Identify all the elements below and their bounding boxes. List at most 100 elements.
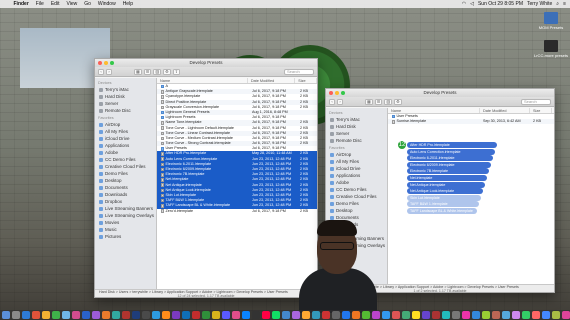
column-date[interactable]: Date Modified xyxy=(248,78,296,83)
file-row[interactable]: Zero'd.lrtemplate Jul 6, 2017, 9:18 PM 2 K… xyxy=(157,209,317,214)
back-button[interactable]: ‹ xyxy=(98,68,104,75)
dock-app-icon[interactable] xyxy=(392,311,400,319)
back-button[interactable]: ‹ xyxy=(329,98,335,105)
sidebar-item[interactable]: Dropbox xyxy=(95,198,156,205)
sidebar-item[interactable]: Live Streaming Overlays xyxy=(95,212,156,219)
dock-app-icon[interactable] xyxy=(372,311,380,319)
view-list-button[interactable]: ☰ xyxy=(374,98,383,105)
view-list-button[interactable]: ☰ xyxy=(143,68,152,75)
menu-view[interactable]: View xyxy=(63,1,81,7)
desktop-icon-mom-presets[interactable]: MOM Presets xyxy=(534,12,568,30)
column-size[interactable]: Size xyxy=(530,108,552,113)
dock-app-icon[interactable] xyxy=(532,311,540,319)
sidebar-item[interactable]: iCloud Drive xyxy=(95,135,156,142)
desktop-icon-lrcc-presets[interactable]: LrCC-more presets xyxy=(534,40,568,58)
sidebar-item[interactable]: Live Streaming Banners xyxy=(95,205,156,212)
dock-app-icon[interactable] xyxy=(322,311,330,319)
dock-app-icon[interactable] xyxy=(282,311,290,319)
dock-app-icon[interactable] xyxy=(112,311,120,319)
sidebar-item[interactable]: Demo Files xyxy=(326,200,387,207)
sidebar-item[interactable]: AirDrop xyxy=(95,121,156,128)
dock-app-icon[interactable] xyxy=(412,311,420,319)
wifi-icon[interactable]: ◠ xyxy=(462,1,466,7)
sidebar-item[interactable]: Creative Cloud Files xyxy=(95,163,156,170)
menu-app-finder[interactable]: Finder xyxy=(10,1,32,7)
dock-app-icon[interactable] xyxy=(2,311,10,319)
notification-center-icon[interactable]: ≡ xyxy=(563,1,566,7)
dock-app-icon[interactable] xyxy=(32,311,40,319)
dock-app-icon[interactable] xyxy=(242,311,250,319)
dock-app-icon[interactable] xyxy=(162,311,170,319)
dock-app-icon[interactable] xyxy=(382,311,390,319)
sidebar-item[interactable]: Demo Files xyxy=(95,170,156,177)
title-bar[interactable]: Develop Presets xyxy=(95,59,317,67)
view-icons-button[interactable]: ▦ xyxy=(134,68,142,75)
sidebar-item[interactable]: Server xyxy=(95,100,156,107)
title-bar[interactable]: Develop Presets xyxy=(326,89,554,97)
zoom-button[interactable] xyxy=(110,61,114,65)
sidebar-item[interactable]: Documents xyxy=(95,184,156,191)
view-columns-button[interactable]: ▥ xyxy=(153,68,162,75)
column-date[interactable]: Date Modified xyxy=(480,108,530,113)
forward-button[interactable]: › xyxy=(337,98,343,105)
menu-clock[interactable]: Sun Oct 29 8:05 PM xyxy=(478,1,523,7)
dock-app-icon[interactable] xyxy=(502,311,510,319)
dock-app-icon[interactable] xyxy=(332,311,340,319)
dock-app-icon[interactable] xyxy=(82,311,90,319)
view-columns-button[interactable]: ▥ xyxy=(384,98,393,105)
sidebar-item[interactable]: Hard Disk xyxy=(326,123,387,130)
dock-app-icon[interactable] xyxy=(92,311,100,319)
sidebar-item[interactable]: Adobe xyxy=(95,149,156,156)
action-button[interactable]: ⚙ xyxy=(394,98,402,105)
sidebar-item[interactable]: Applications xyxy=(95,142,156,149)
dock-app-icon[interactable] xyxy=(492,311,500,319)
dock-app-icon[interactable] xyxy=(512,311,520,319)
dock-app-icon[interactable] xyxy=(542,311,550,319)
minimize-button[interactable] xyxy=(335,91,339,95)
sidebar-item[interactable]: All My Files xyxy=(95,128,156,135)
dock-app-icon[interactable] xyxy=(72,311,80,319)
dock-app-icon[interactable] xyxy=(272,311,280,319)
sidebar-item[interactable]: Terry's iMac xyxy=(326,116,387,123)
dock-app-icon[interactable] xyxy=(42,311,50,319)
sidebar-item[interactable]: Downloads xyxy=(95,191,156,198)
dock-app-icon[interactable] xyxy=(342,311,350,319)
dock-app-icon[interactable] xyxy=(132,311,140,319)
menu-file[interactable]: File xyxy=(32,1,47,7)
dock-app-icon[interactable] xyxy=(172,311,180,319)
volume-icon[interactable]: ◁ xyxy=(470,1,474,7)
dock-app-icon[interactable] xyxy=(142,311,150,319)
menu-edit[interactable]: Edit xyxy=(47,1,63,7)
action-button[interactable]: ⚙ xyxy=(163,68,171,75)
close-button[interactable] xyxy=(329,91,333,95)
sidebar-item[interactable]: CC Demo Files xyxy=(95,156,156,163)
sidebar-item[interactable]: Applications xyxy=(326,172,387,179)
dock-app-icon[interactable] xyxy=(22,311,30,319)
dock-app-icon[interactable] xyxy=(402,311,410,319)
dock-app-icon[interactable] xyxy=(122,311,130,319)
dock-app-icon[interactable] xyxy=(222,311,230,319)
search-input[interactable]: Search xyxy=(521,98,551,105)
column-name[interactable]: Name xyxy=(388,108,480,113)
zoom-button[interactable] xyxy=(341,91,345,95)
dock-app-icon[interactable] xyxy=(152,311,160,319)
sidebar-item[interactable]: Music xyxy=(95,226,156,233)
close-button[interactable] xyxy=(98,61,102,65)
sidebar-item[interactable]: Hard Disk xyxy=(95,93,156,100)
menu-go[interactable]: Go xyxy=(81,1,95,7)
search-input[interactable]: Search xyxy=(284,68,314,75)
dock-app-icon[interactable] xyxy=(362,311,370,319)
file-row[interactable]: Sunrise.lrtemplate Sep 30, 2013, 6:42 AM 2… xyxy=(388,119,554,125)
dock-app-icon[interactable] xyxy=(52,311,60,319)
menu-help[interactable]: Help xyxy=(119,1,136,7)
column-name[interactable]: Name xyxy=(157,78,248,83)
sidebar-item[interactable]: Movies xyxy=(95,219,156,226)
dock-app-icon[interactable] xyxy=(102,311,110,319)
sidebar-item[interactable]: Adobe xyxy=(326,179,387,186)
dock-app-icon[interactable] xyxy=(462,311,470,319)
sidebar-item[interactable]: Remote Disc xyxy=(95,107,156,114)
sidebar-item[interactable]: iCloud Drive xyxy=(326,165,387,172)
dock-app-icon[interactable] xyxy=(302,311,310,319)
dock-app-icon[interactable] xyxy=(442,311,450,319)
spotlight-icon[interactable]: ⌕ xyxy=(556,1,559,7)
